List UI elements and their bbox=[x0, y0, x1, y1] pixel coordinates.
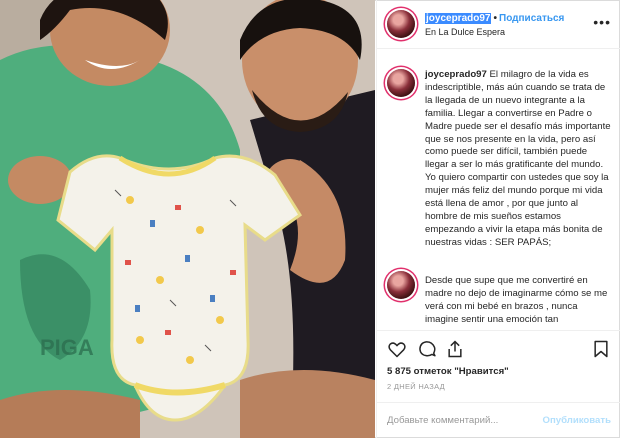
caption-continued: Desde que supe que me convertiré en madr… bbox=[425, 275, 611, 327]
author-username[interactable]: joyceprado97 bbox=[425, 13, 492, 24]
share-icon[interactable] bbox=[445, 339, 465, 359]
more-horizontal-icon[interactable]: ••• bbox=[593, 14, 611, 30]
post-location[interactable]: En La Dulce Espera bbox=[425, 27, 505, 37]
caption-avatar[interactable] bbox=[387, 69, 415, 97]
caption-text-1: El milagro de la vida es indescriptible,… bbox=[425, 69, 611, 171]
comment-input[interactable]: Добавьте комментарий... bbox=[387, 415, 498, 426]
photo-illustration: PIGA bbox=[0, 0, 375, 438]
follow-button[interactable]: Подписаться bbox=[499, 13, 564, 24]
likes-count[interactable]: 5 875 отметок "Нравится" bbox=[387, 366, 509, 377]
caption-paragraph-1: joyceprado97 El milagro de la vida es in… bbox=[425, 69, 611, 172]
action-bar bbox=[377, 330, 620, 367]
post-side-panel: joyceprado97 • Подписаться En La Dulce Esp… bbox=[376, 0, 620, 438]
add-comment-bar: Добавьте комментарий... Опубликовать bbox=[377, 402, 620, 439]
comments-area: joyceprado97 El milagro de la vida es in… bbox=[377, 49, 620, 329]
caption-paragraph-3: Desde que supe que me convertiré en madr… bbox=[425, 275, 608, 325]
author-line: joyceprado97 • Подписаться bbox=[425, 13, 564, 24]
post-header: joyceprado97 • Подписаться En La Dulce Esp… bbox=[377, 0, 620, 49]
caption-paragraph-2: Yo quiero compartir con ustedes que soy … bbox=[425, 172, 609, 248]
separator-dot: • bbox=[493, 13, 497, 24]
comment-icon[interactable] bbox=[417, 339, 437, 359]
author-avatar[interactable] bbox=[387, 10, 415, 38]
post-date[interactable]: 2 ДНЕЙ НАЗАД bbox=[387, 382, 445, 391]
bookmark-icon[interactable] bbox=[591, 339, 611, 359]
comment-avatar[interactable] bbox=[387, 271, 415, 299]
svg-text:PIGA: PIGA bbox=[40, 335, 94, 360]
post-caption: joyceprado97 El milagro de la vida es in… bbox=[425, 69, 611, 250]
post-photo[interactable]: PIGA bbox=[0, 0, 375, 438]
caption-username[interactable]: joyceprado97 bbox=[425, 69, 487, 80]
heart-icon[interactable] bbox=[387, 339, 407, 359]
post-comment-button[interactable]: Опубликовать bbox=[542, 415, 611, 426]
